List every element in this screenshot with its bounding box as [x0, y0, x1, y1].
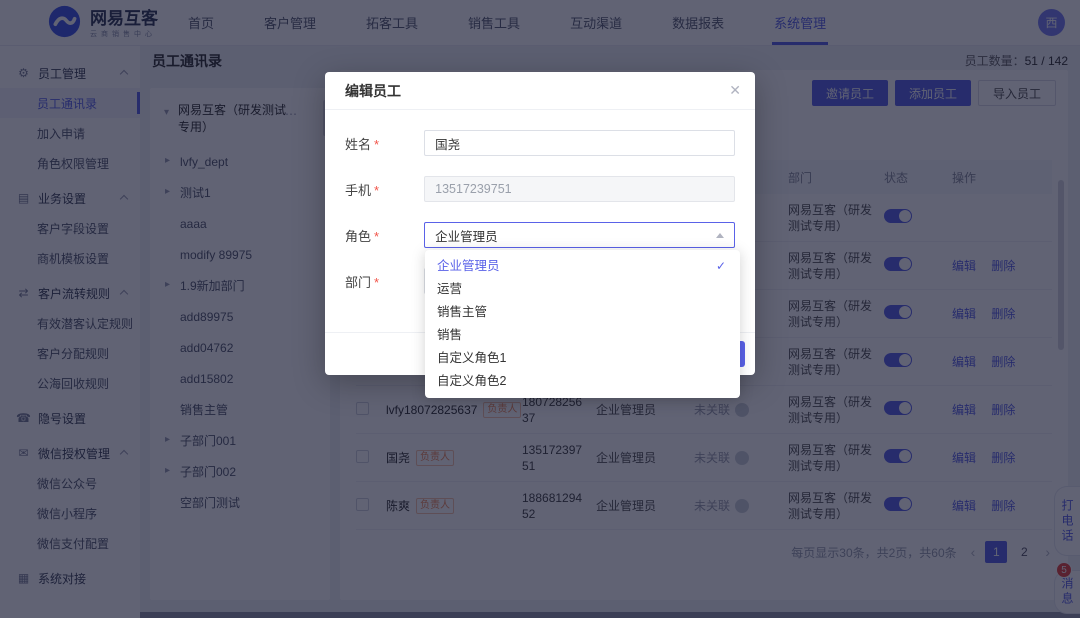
dropdown-option[interactable]: 运营	[425, 278, 740, 301]
dropdown-option[interactable]: 销售主管	[425, 301, 740, 324]
role-dropdown: 企业管理员 运营 销售主管 销售 自定义角色1 自定义角色2	[425, 250, 740, 398]
name-field-label: 姓名*	[345, 134, 424, 153]
dropdown-option-label: 自定义角色2	[437, 374, 506, 388]
phone-field-label: 手机*	[345, 180, 424, 199]
dept-field-label: 部门*	[345, 272, 424, 291]
role-select-value: 企业管理员	[435, 226, 498, 245]
dropdown-option[interactable]: 自定义角色2	[425, 370, 740, 393]
dropdown-option-label: 运营	[437, 282, 462, 296]
role-field-label: 角色*	[345, 226, 424, 245]
required-mark: *	[374, 229, 379, 244]
dropdown-option-label: 销售主管	[437, 305, 487, 319]
dropdown-option-label: 企业管理员	[437, 259, 500, 273]
dropdown-option[interactable]: 自定义角色1	[425, 347, 740, 370]
required-mark: *	[374, 183, 379, 198]
dropdown-option-label: 自定义角色1	[437, 351, 506, 365]
dropdown-option[interactable]: 销售	[425, 324, 740, 347]
caret-up-icon	[716, 233, 724, 238]
modal-header: 编辑员工	[325, 72, 755, 110]
dropdown-option[interactable]: 企业管理员	[425, 255, 740, 278]
dropdown-option-label: 销售	[437, 328, 462, 342]
required-mark: *	[374, 137, 379, 152]
role-select[interactable]: 企业管理员	[424, 222, 735, 248]
phone-input	[424, 176, 735, 202]
close-icon[interactable]	[729, 82, 741, 99]
check-icon	[716, 255, 726, 278]
modal-title: 编辑员工	[345, 81, 401, 101]
name-input[interactable]	[424, 130, 735, 156]
required-mark: *	[374, 275, 379, 290]
